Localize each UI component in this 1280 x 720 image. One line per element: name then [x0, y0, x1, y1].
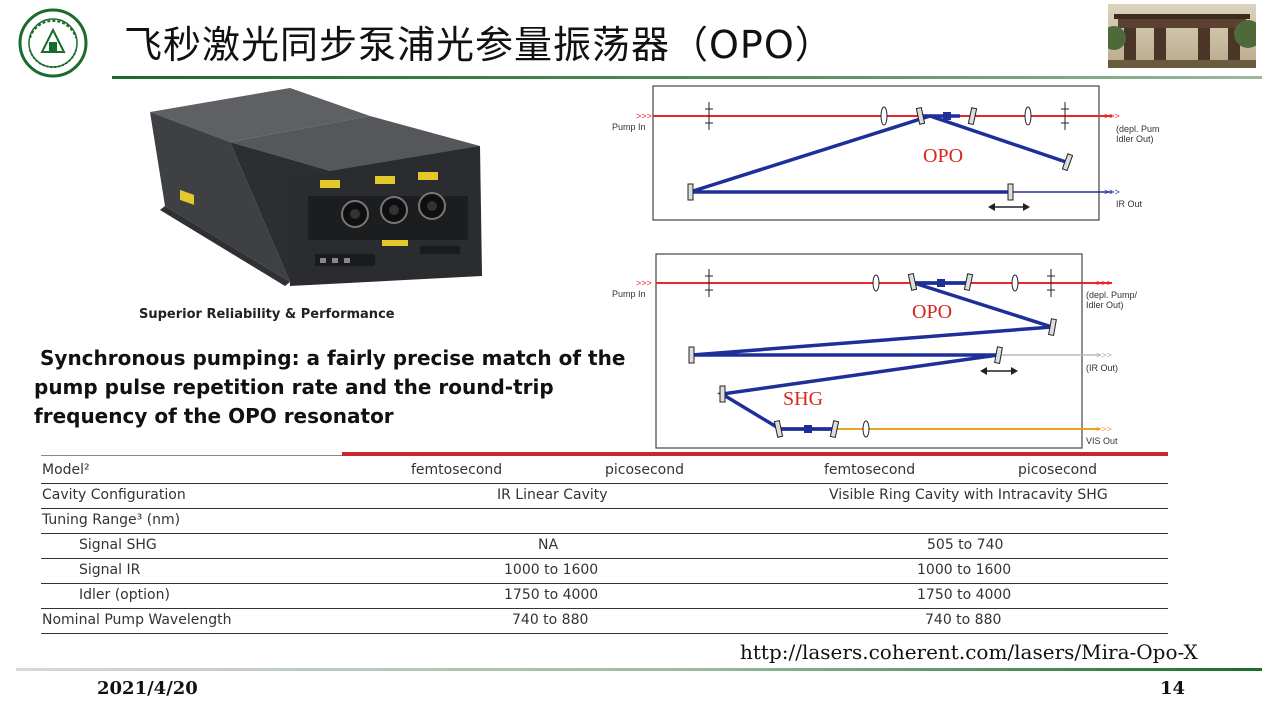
opo-label: OPO — [912, 301, 952, 323]
table-cell: 1000 to 1600 — [504, 562, 599, 578]
pump-in-arrows: >>> — [636, 111, 652, 121]
row-label: Signal IR — [79, 562, 141, 578]
table-cell: 1750 to 4000 — [917, 587, 1012, 603]
description-line: pump pulse repetition rate and the round… — [34, 375, 554, 399]
description-line: Synchronous pumping: a fairly precise ma… — [40, 346, 626, 370]
synchronous-pumping-description: Synchronous pumping: a fairly precise ma… — [34, 344, 634, 431]
ir-out-label: IR Out — [1116, 199, 1143, 209]
table-cell: femtosecond — [824, 462, 916, 478]
footer-date: 2021/4/20 — [97, 678, 198, 699]
ir-linear-cavity-diagram: Pump In >>> >>> (depl. Pump/ Idler Out) … — [600, 82, 1168, 228]
vis-out-label: VIS Out — [1086, 436, 1118, 446]
description-line: frequency of the OPO resonator — [34, 404, 394, 428]
table-cell: picosecond — [605, 462, 684, 478]
table-cell: IR Linear Cavity — [497, 487, 608, 503]
table-cell: NA — [538, 537, 559, 553]
page-number: 14 — [1160, 678, 1186, 699]
depl-pump-arrows: >>> — [1104, 111, 1120, 121]
mira-opo-product-photo — [120, 86, 500, 296]
idler-out-label: Idler Out) — [1116, 134, 1154, 144]
table-cell: picosecond — [1018, 462, 1097, 478]
idler-out-label: Idler Out) — [1086, 300, 1124, 310]
table-row: Tuning Range³ (nm) — [41, 508, 1168, 534]
table-cell: 1000 to 1600 — [917, 562, 1012, 578]
ir-out-label: (IR Out) — [1086, 363, 1118, 373]
table-row: Cavity Configuration IR Linear Cavity Vi… — [41, 483, 1168, 509]
table-row: Nominal Pump Wavelength 740 to 880 740 t… — [41, 608, 1168, 634]
row-label: Nominal Pump Wavelength — [42, 612, 232, 628]
shg-label: SHG — [783, 388, 823, 410]
row-label: Tuning Range³ (nm) — [42, 512, 181, 528]
depl-pump-label: (depl. Pump/ — [1116, 124, 1160, 134]
vis-out-arrows: >>> — [1096, 424, 1112, 434]
header-divider — [112, 76, 1262, 79]
pump-in-label: Pump In — [612, 289, 646, 299]
table-row: Signal SHG NA 505 to 740 — [41, 533, 1168, 559]
footer-divider — [16, 668, 1262, 671]
table-row: Signal IR 1000 to 1600 1000 to 1600 — [41, 558, 1168, 584]
row-label: Idler (option) — [79, 587, 170, 603]
row-label: Cavity Configuration — [42, 487, 186, 503]
visible-ring-cavity-diagram: Pump In >>> >>> (depl. Pump/ Idler Out) … — [600, 250, 1160, 452]
pump-in-arrows: >>> — [636, 278, 652, 288]
table-cell: 740 to 880 — [512, 612, 589, 628]
opo-label: OPO — [923, 145, 963, 167]
row-label: Signal SHG — [79, 537, 157, 553]
table-cell: Visible Ring Cavity with Intracavity SHG — [829, 487, 1108, 503]
table-row: Idler (option) 1750 to 4000 1750 to 4000 — [41, 583, 1168, 609]
table-cell: femtosecond — [411, 462, 503, 478]
table-row: Model² femtosecond picosecond femtosecon… — [41, 458, 1168, 484]
depl-pump-label: (depl. Pump/ — [1086, 290, 1138, 300]
ir-out-arrows: >>> — [1096, 350, 1112, 360]
university-logo — [18, 8, 88, 78]
product-caption: Superior Reliability & Performance — [139, 307, 395, 322]
table-cell: 740 to 880 — [925, 612, 1002, 628]
pump-in-label: Pump In — [612, 122, 646, 132]
ir-out-arrows: >>> — [1104, 187, 1120, 197]
table-top-accent-rule — [342, 452, 1168, 456]
table-top-rule — [41, 455, 342, 456]
depl-pump-arrows: >>> — [1096, 278, 1112, 288]
page-title: 飞秒激光同步泵浦光参量振荡器（OPO） — [124, 23, 834, 67]
table-cell: 505 to 740 — [927, 537, 1004, 553]
source-url[interactable]: http://lasers.coherent.com/lasers/Mira-O… — [740, 640, 1198, 664]
row-label: Model² — [42, 462, 90, 478]
table-cell: 1750 to 4000 — [504, 587, 599, 603]
campus-gate-photo — [1102, 4, 1262, 68]
